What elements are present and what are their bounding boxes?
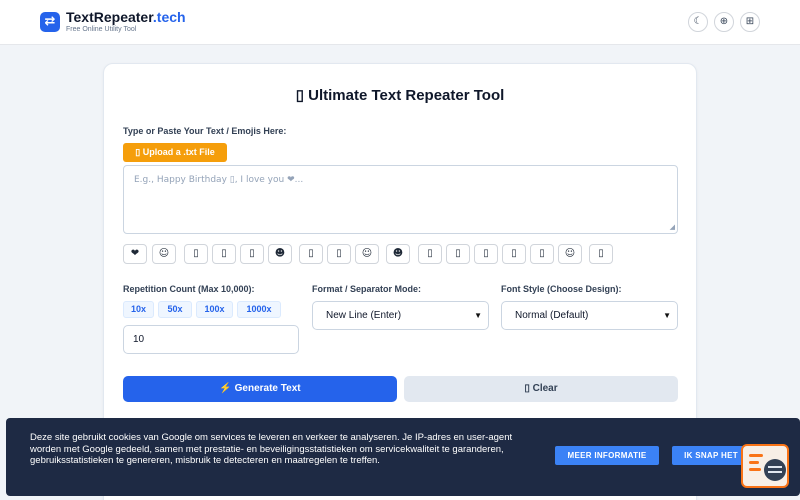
emoji-button[interactable]: ▯ [474, 244, 498, 264]
font-style-label: Font Style (Choose Design): [501, 284, 622, 294]
quick-count-10x[interactable]: 10x [123, 301, 154, 318]
grid-icon[interactable]: ⊞ [740, 12, 760, 32]
format-select-value: New Line (Enter) [326, 310, 402, 321]
font-style-select-value: Normal (Default) [515, 310, 589, 321]
moon-icon[interactable]: ☾ [688, 12, 708, 32]
brand-tld: .tech [152, 9, 186, 25]
emoji-button[interactable]: ▯ [502, 244, 526, 264]
emoji-button[interactable]: ☺ [152, 244, 176, 264]
generate-button[interactable]: ⚡ Generate Text [123, 376, 397, 402]
format-label: Format / Separator Mode: [312, 284, 422, 294]
emoji-button[interactable]: ▯ [327, 244, 351, 264]
resize-handle-icon[interactable]: ◢ [670, 223, 675, 231]
quick-count-50x[interactable]: 50x [158, 301, 192, 318]
accept-cookies-button[interactable]: IK SNAP HET [672, 446, 750, 465]
upload-file-button[interactable]: ▯ Upload a .txt File [123, 143, 227, 162]
floating-widget-icon[interactable] [741, 444, 789, 488]
quick-count-1000x[interactable]: 1000x [237, 301, 281, 318]
widget-bar [749, 461, 759, 464]
emoji-button[interactable]: ▯ [212, 244, 236, 264]
logo-icon[interactable]: ⇄ [40, 12, 60, 32]
widget-circle [764, 459, 786, 481]
text-input[interactable]: E.g., Happy Birthday ▯, I love you ❤... … [123, 165, 678, 234]
emoji-button[interactable]: ▯ [418, 244, 442, 264]
widget-bar [749, 468, 761, 471]
chevron-down-icon: ▼ [474, 311, 482, 320]
widget-line [768, 471, 782, 473]
cookie-banner: Deze site gebruikt cookies van Google om… [6, 418, 800, 496]
widget-line [768, 466, 782, 468]
emoji-button[interactable]: ▯ [240, 244, 264, 264]
clear-button[interactable]: ▯ Clear [404, 376, 678, 402]
emoji-button[interactable]: ☺ [355, 244, 379, 264]
widget-bar [749, 454, 763, 457]
emoji-button[interactable]: ▯ [530, 244, 554, 264]
emoji-button[interactable]: ☺ [558, 244, 582, 264]
emoji-button[interactable]: ▯ [184, 244, 208, 264]
emoji-button[interactable]: ▯ [299, 244, 323, 264]
brand-name-text: TextRepeater [66, 9, 153, 25]
input-label: Type or Paste Your Text / Emojis Here: [123, 126, 287, 136]
emoji-button[interactable]: ▯ [446, 244, 470, 264]
emoji-button[interactable]: ☻ [268, 244, 292, 264]
format-select[interactable]: New Line (Enter) ▼ [312, 301, 489, 330]
text-input-placeholder: E.g., Happy Birthday ▯, I love you ❤... [134, 175, 304, 185]
globe-icon[interactable]: ⊕ [714, 12, 734, 32]
emoji-button[interactable]: ☻ [386, 244, 410, 264]
quick-count-100x[interactable]: 100x [196, 301, 233, 318]
repetition-label: Repetition Count (Max 10,000): [123, 284, 255, 294]
page-title: ▯ Ultimate Text Repeater Tool [295, 87, 505, 104]
more-info-button[interactable]: MEER INFORMATIE [555, 446, 659, 465]
brand-name[interactable]: TextRepeater.tech [66, 9, 186, 25]
chevron-down-icon: ▼ [663, 311, 671, 320]
emoji-button[interactable]: ❤ [123, 244, 147, 264]
repetition-count-input[interactable]: 10 [123, 325, 299, 354]
cookie-text: Deze site gebruikt cookies van Google om… [30, 432, 513, 466]
brand-tagline: Free Online Utility Tool [66, 26, 137, 33]
emoji-button[interactable]: ▯ [589, 244, 613, 264]
font-style-select[interactable]: Normal (Default) ▼ [501, 301, 678, 330]
